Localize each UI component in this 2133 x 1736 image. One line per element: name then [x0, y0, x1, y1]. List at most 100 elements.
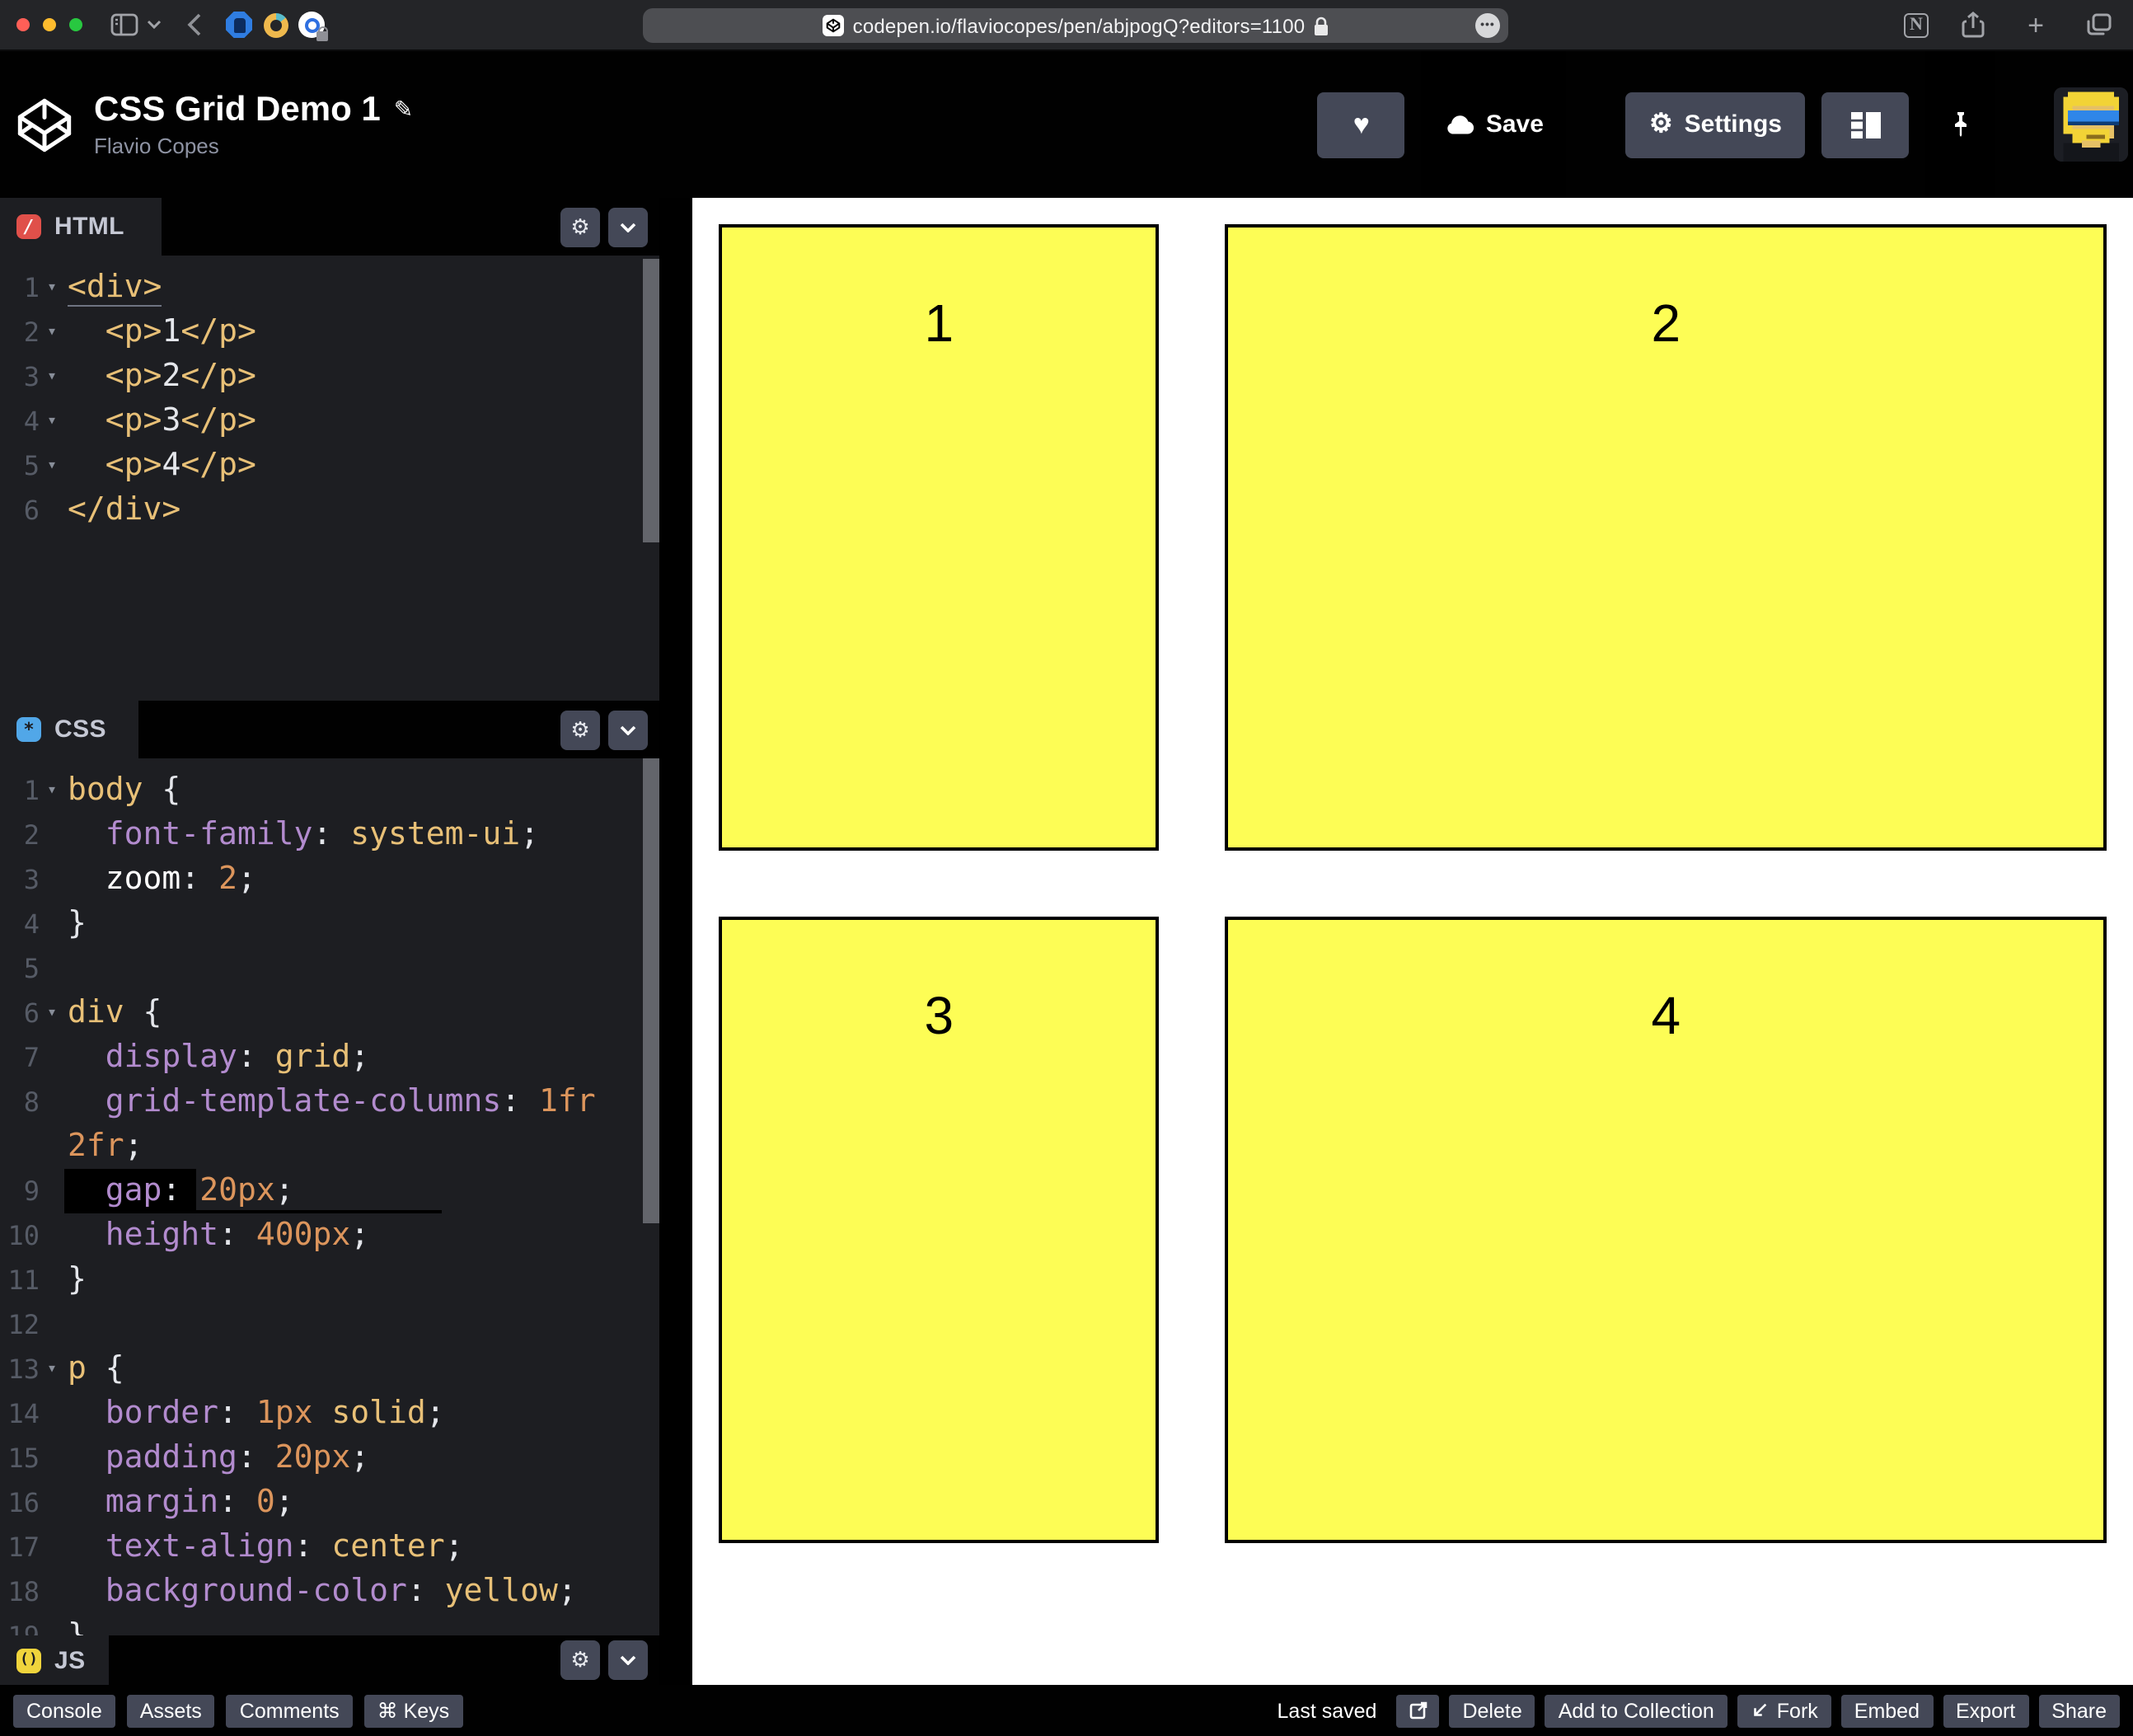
- pen-title-block: CSS Grid Demo 1 ✎ Flavio Copes: [94, 91, 413, 158]
- tab-html[interactable]: / HTML: [0, 198, 162, 256]
- code-line[interactable]: 16 margin: 0;: [0, 1480, 659, 1525]
- code-line[interactable]: 7 display: grid;: [0, 1035, 659, 1080]
- code-line[interactable]: 2▾ <p>1</p>: [0, 310, 659, 354]
- sidebar-toggle-icon[interactable]: [105, 7, 142, 43]
- code-line[interactable]: 1▾body {: [0, 768, 659, 813]
- keyboard-shortcuts-button[interactable]: ⌘ Keys: [364, 1694, 463, 1727]
- html-code-editor[interactable]: 1▾<div>2▾ <p>1</p>3▾ <p>2</p>4▾ <p>3</p>…: [0, 256, 659, 701]
- css-settings-gear-icon[interactable]: ⚙: [560, 710, 600, 749]
- code-line[interactable]: 12: [0, 1302, 659, 1347]
- fold-caret-icon: [40, 857, 64, 902]
- fold-caret-icon[interactable]: ▾: [40, 1347, 64, 1391]
- settings-button[interactable]: ⚙ Settings: [1626, 91, 1805, 157]
- code-line[interactable]: 3 zoom: 2;: [0, 857, 659, 902]
- code-line[interactable]: 18 background-color: yellow;: [0, 1569, 659, 1614]
- preview-box: 3: [719, 917, 1160, 1543]
- code-line[interactable]: 6▾div {: [0, 991, 659, 1035]
- css-code-editor[interactable]: 1▾body {2 font-family: system-ui;3 zoom:…: [0, 758, 659, 1635]
- address-bar[interactable]: codepen.io/flaviocopes/pen/abjpogQ?edito…: [643, 8, 1508, 43]
- fullscreen-window-button[interactable]: [69, 18, 82, 31]
- code-text: <p>2</p>: [64, 354, 256, 399]
- code-text: padding: 20px;: [64, 1436, 369, 1480]
- css-editor-scrollbar[interactable]: [643, 758, 659, 1223]
- code-line[interactable]: 8 grid-template-columns: 1fr: [0, 1080, 659, 1124]
- code-line[interactable]: 2 font-family: system-ui;: [0, 813, 659, 857]
- css-editor-buttons: ⚙: [560, 710, 659, 749]
- footer-right: Last saved Delete Add to Collection Fork…: [1277, 1694, 2120, 1727]
- fold-caret-icon: [40, 488, 64, 533]
- stop-hand-extension-icon[interactable]: [224, 10, 254, 40]
- code-line[interactable]: 11}: [0, 1258, 659, 1302]
- new-tab-icon[interactable]: +: [2018, 7, 2054, 43]
- fold-caret-icon: [40, 946, 64, 991]
- code-line[interactable]: 5▾ <p>4</p>: [0, 443, 659, 488]
- code-line[interactable]: 5: [0, 946, 659, 991]
- code-line[interactable]: 4}: [0, 902, 659, 946]
- codepen-logo[interactable]: [13, 93, 76, 156]
- fold-caret-icon[interactable]: ▾: [40, 310, 64, 354]
- html-settings-gear-icon[interactable]: ⚙: [560, 207, 600, 246]
- cloud-icon: [1445, 115, 1474, 134]
- password-manager-extension-icon[interactable]: [297, 10, 326, 40]
- share-icon[interactable]: [1955, 7, 1991, 43]
- sidebar-chevron-icon[interactable]: [142, 7, 165, 43]
- fold-caret-icon[interactable]: ▾: [40, 354, 64, 399]
- edit-title-icon[interactable]: ✎: [394, 96, 413, 124]
- add-to-collection-button[interactable]: Add to Collection: [1545, 1694, 1727, 1727]
- donut-shape: [263, 12, 288, 37]
- share-button[interactable]: Share: [2038, 1694, 2120, 1727]
- donut-chart-extension-icon[interactable]: [260, 10, 290, 40]
- browser-toolbar-right: N +: [1904, 7, 2117, 43]
- url-text: codepen.io/flaviocopes/pen/abjpogQ?edito…: [853, 14, 1306, 37]
- notion-extension-icon[interactable]: N: [1904, 12, 1929, 37]
- html-collapse-chevron-icon[interactable]: [608, 207, 648, 246]
- like-button[interactable]: ♥: [1318, 91, 1405, 157]
- code-line[interactable]: 17 text-align: center;: [0, 1525, 659, 1569]
- assets-button[interactable]: Assets: [127, 1694, 215, 1727]
- tab-css[interactable]: * CSS: [0, 701, 138, 758]
- tab-overview-icon[interactable]: [2080, 7, 2117, 43]
- embed-button[interactable]: Embed: [1841, 1694, 1933, 1727]
- code-line[interactable]: 10 height: 400px;: [0, 1213, 659, 1258]
- fold-caret-icon: [40, 1436, 64, 1480]
- open-live-view-button[interactable]: [1396, 1694, 1439, 1727]
- change-view-button[interactable]: [1821, 91, 1909, 157]
- js-collapse-chevron-icon[interactable]: [608, 1640, 648, 1680]
- lock-icon: [1313, 16, 1328, 35]
- code-line[interactable]: 4▾ <p>3</p>: [0, 399, 659, 443]
- code-line[interactable]: 15 padding: 20px;: [0, 1436, 659, 1480]
- back-button[interactable]: [175, 7, 211, 43]
- close-window-button[interactable]: [16, 18, 30, 31]
- code-line[interactable]: 3▾ <p>2</p>: [0, 354, 659, 399]
- fold-caret-icon[interactable]: ▾: [40, 443, 64, 488]
- delete-button[interactable]: Delete: [1449, 1694, 1535, 1727]
- code-line[interactable]: 2fr;: [0, 1124, 659, 1169]
- ellipsis-glyph: •••: [1480, 20, 1495, 31]
- pen-author[interactable]: Flavio Copes: [94, 134, 413, 158]
- code-line[interactable]: 14 border: 1px solid;: [0, 1391, 659, 1436]
- tab-js[interactable]: () JS: [0, 1635, 109, 1685]
- fork-button[interactable]: Fork: [1737, 1694, 1831, 1727]
- code-line[interactable]: 13▾p {: [0, 1347, 659, 1391]
- code-line[interactable]: 19}: [0, 1614, 659, 1635]
- code-line[interactable]: 9 gap: 20px;: [0, 1169, 659, 1213]
- octagon-shape: [226, 12, 252, 38]
- js-settings-gear-icon[interactable]: ⚙: [560, 1640, 600, 1680]
- fold-caret-icon[interactable]: ▾: [40, 265, 64, 310]
- fold-caret-icon[interactable]: ▾: [40, 991, 64, 1035]
- user-avatar[interactable]: [2054, 87, 2128, 162]
- line-number: 17: [0, 1525, 40, 1569]
- console-button[interactable]: Console: [13, 1694, 115, 1727]
- fold-caret-icon[interactable]: ▾: [40, 399, 64, 443]
- fold-caret-icon[interactable]: ▾: [40, 768, 64, 813]
- line-number: 1: [0, 265, 40, 310]
- code-line[interactable]: 1▾<div>: [0, 265, 659, 310]
- css-collapse-chevron-icon[interactable]: [608, 710, 648, 749]
- export-button[interactable]: Export: [1943, 1694, 2028, 1727]
- html-editor-scrollbar[interactable]: [643, 259, 659, 542]
- code-line[interactable]: 6</div>: [0, 488, 659, 533]
- page-menu-icon[interactable]: •••: [1475, 13, 1500, 38]
- comments-button[interactable]: Comments: [227, 1694, 353, 1727]
- minimize-window-button[interactable]: [43, 18, 56, 31]
- fold-caret-icon: [40, 1124, 64, 1169]
